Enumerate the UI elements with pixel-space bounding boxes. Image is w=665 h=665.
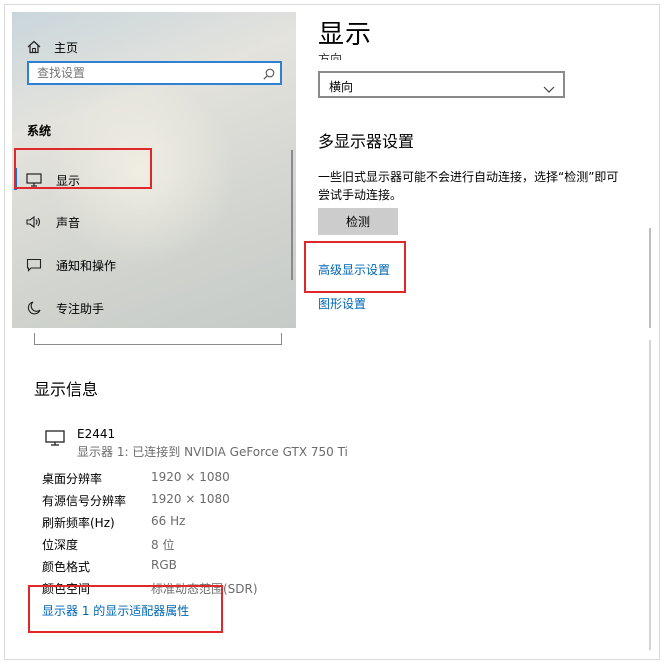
home-icon bbox=[26, 39, 42, 55]
property-value: 8 位 bbox=[151, 538, 175, 552]
section-title-multi-display: 多显示器设置 bbox=[318, 132, 415, 151]
speaker-icon bbox=[26, 214, 42, 230]
search-box[interactable] bbox=[27, 61, 282, 85]
sidebar-item-label: 专注助手 bbox=[56, 301, 105, 316]
property-key: 桌面分辨率 bbox=[42, 472, 103, 486]
search-input[interactable] bbox=[29, 63, 249, 83]
page-scrollbar[interactable] bbox=[649, 340, 651, 650]
highlight-box-display bbox=[14, 148, 152, 189]
search-icon[interactable] bbox=[262, 66, 276, 80]
sidebar-item-label: 声音 bbox=[56, 215, 81, 230]
property-value: 66 Hz bbox=[151, 514, 186, 528]
property-value: 1920 × 1080 bbox=[151, 470, 230, 484]
highlight-box-advanced bbox=[304, 241, 406, 293]
graphics-settings-link[interactable]: 图形设置 bbox=[318, 295, 366, 312]
orientation-label: 方向 bbox=[318, 52, 343, 60]
highlight-box-adapter bbox=[28, 585, 223, 633]
property-key: 位深度 bbox=[42, 538, 79, 552]
chevron-down-icon bbox=[543, 79, 555, 93]
monitor-name: E2441 bbox=[77, 427, 116, 441]
property-key: 刷新频率(Hz) bbox=[42, 516, 115, 530]
section-title: 系统 bbox=[27, 124, 52, 138]
monitor-icon bbox=[45, 430, 65, 446]
display-info-title: 显示信息 bbox=[34, 380, 99, 399]
sidebar-scrollbar[interactable] bbox=[291, 150, 293, 280]
message-icon bbox=[26, 257, 42, 273]
multi-display-description: 一些旧式显示器可能不会进行自动连接，选择“检测”即可尝试手动连接。 bbox=[318, 170, 619, 202]
dropdown-value: 横向 bbox=[329, 80, 354, 94]
sidebar-item-notifications[interactable]: 通知和操作 bbox=[12, 252, 116, 278]
sidebar-item-focus-assist[interactable]: 专注助手 bbox=[12, 295, 104, 321]
page-title: 显示 bbox=[318, 20, 373, 50]
property-value: 1920 × 1080 bbox=[151, 492, 230, 506]
detect-button[interactable]: 检测 bbox=[318, 208, 398, 235]
sidebar-item-label: 通知和操作 bbox=[56, 258, 117, 273]
sidebar-item-label: 主页 bbox=[54, 40, 79, 55]
main-scrollbar[interactable] bbox=[649, 228, 651, 328]
orientation-dropdown[interactable]: 横向 bbox=[318, 71, 565, 98]
property-key: 颜色格式 bbox=[42, 560, 91, 574]
display-select-dropdown[interactable] bbox=[34, 333, 282, 345]
monitor-connection: 显示器 1: 已连接到 NVIDIA GeForce GTX 750 Ti bbox=[77, 445, 348, 459]
sidebar-item-sound[interactable]: 声音 bbox=[12, 209, 80, 235]
property-key: 有源信号分辨率 bbox=[42, 494, 127, 508]
property-value: RGB bbox=[151, 558, 177, 572]
sidebar-item-home[interactable]: 主页 bbox=[12, 34, 78, 60]
moon-icon bbox=[26, 300, 42, 316]
